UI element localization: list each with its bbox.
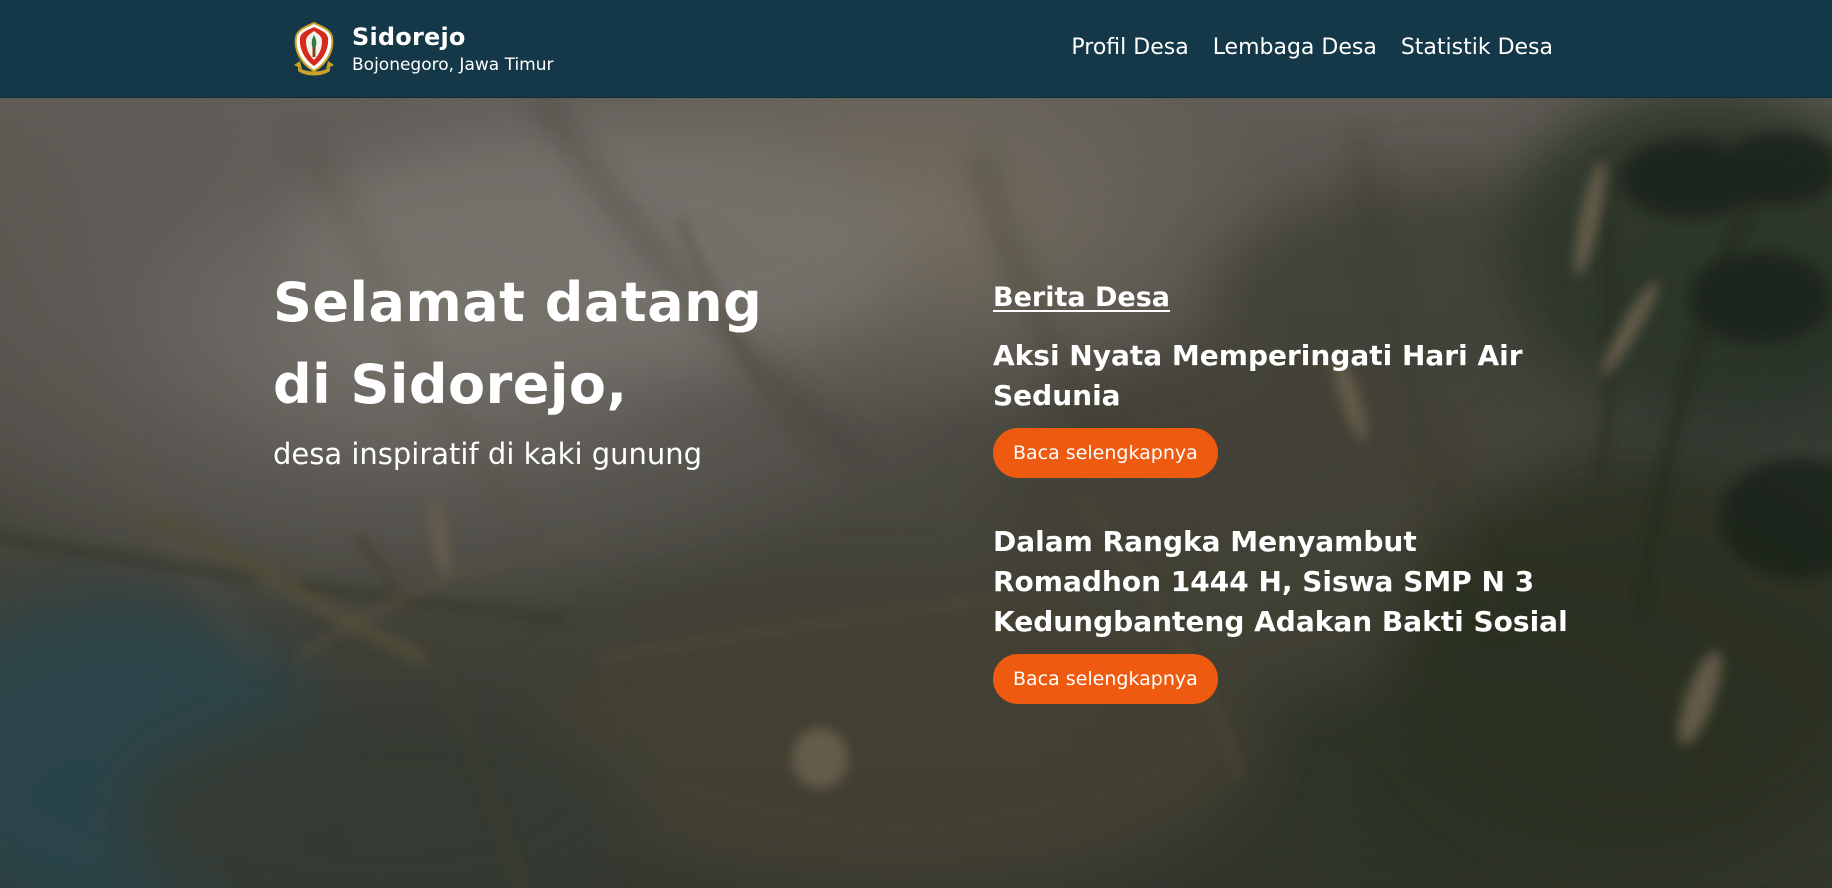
welcome-subtitle: desa inspiratif di kaki gunung — [273, 437, 703, 471]
news-title[interactable]: Aksi Nyata Memperingati Hari Air Sedunia — [993, 336, 1573, 416]
news-item: Aksi Nyata Memperingati Hari Air Sedunia… — [993, 336, 1573, 478]
read-more-button[interactable]: Baca selengkapnya — [993, 428, 1218, 478]
welcome-title: Selamat datang di Sidorejo, — [273, 262, 833, 426]
news-heading[interactable]: Berita Desa — [993, 278, 1170, 318]
village-emblem-icon — [294, 21, 334, 76]
brand-text: Sidorejo Bojonegoro, Jawa Timur — [352, 22, 554, 76]
nav-item-lembaga-desa[interactable]: Lembaga Desa — [1213, 32, 1377, 64]
read-more-button[interactable]: Baca selengkapnya — [993, 654, 1218, 704]
news-panel: Berita Desa Aksi Nyata Memperingati Hari… — [993, 278, 1573, 704]
main-nav: Profil Desa Lembaga Desa Statistik Desa — [1071, 32, 1553, 64]
welcome-title-line2: di Sidorejo, — [273, 353, 628, 416]
site-header: Sidorejo Bojonegoro, Jawa Timur Profil D… — [0, 0, 1832, 98]
site-name: Sidorejo — [352, 23, 466, 51]
nav-item-statistik-desa[interactable]: Statistik Desa — [1401, 32, 1553, 64]
page: Sidorejo Bojonegoro, Jawa Timur Profil D… — [0, 0, 1832, 888]
news-title[interactable]: Dalam Rangka Menyambut Romadhon 1444 H, … — [993, 522, 1573, 642]
news-item: Dalam Rangka Menyambut Romadhon 1444 H, … — [993, 522, 1573, 704]
welcome-title-line1: Selamat datang — [273, 271, 763, 334]
site-location: Bojonegoro, Jawa Timur — [352, 55, 554, 75]
nav-item-profil-desa[interactable]: Profil Desa — [1071, 32, 1188, 64]
brand-home-link[interactable]: Sidorejo Bojonegoro, Jawa Timur — [292, 20, 554, 78]
welcome-block: Selamat datang di Sidorejo, desa inspira… — [273, 262, 833, 474]
